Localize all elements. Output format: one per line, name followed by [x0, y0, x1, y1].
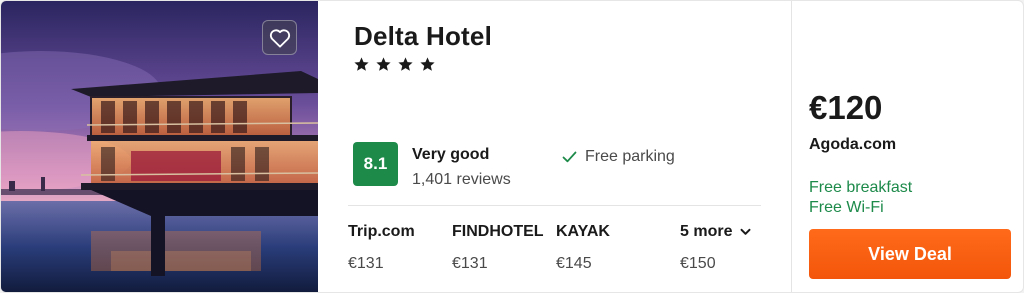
provider-deal[interactable]: Trip.com €131 [348, 223, 415, 273]
hotel-info: Delta Hotel 8.1 Very good 1,401 reviews … [318, 1, 791, 292]
more-providers[interactable]: 5 more €150 [680, 223, 751, 273]
more-providers-toggle[interactable]: 5 more [680, 223, 751, 241]
deal-price[interactable]: €120 [809, 89, 882, 127]
provider-price: €131 [452, 255, 488, 272]
best-deal: €120 Agoda.com Free breakfast Free Wi-Fi… [792, 1, 1023, 292]
deal-site[interactable]: Agoda.com [809, 136, 896, 154]
check-icon [562, 151, 577, 163]
star-rating [353, 56, 436, 73]
rating-label: Very good [412, 146, 490, 163]
hotel-result-card[interactable]: Delta Hotel 8.1 Very good 1,401 reviews … [0, 0, 1024, 293]
hotel-name[interactable]: Delta Hotel [354, 21, 492, 52]
star-icon [420, 57, 435, 71]
more-providers-price: €150 [680, 255, 716, 272]
chevron-down-icon [740, 228, 751, 235]
provider-deal[interactable]: FINDHOTEL €131 [452, 223, 544, 273]
perk-free-breakfast: Free breakfast [809, 179, 913, 196]
star-icon [376, 57, 391, 71]
provider-deal[interactable]: KAYAK €145 [556, 223, 610, 273]
star-icon [398, 57, 413, 71]
hotel-photo[interactable] [1, 1, 318, 292]
provider-name: Trip.com [348, 223, 415, 240]
provider-name: KAYAK [556, 223, 610, 240]
star-icon [354, 57, 369, 71]
more-providers-label: 5 more [680, 223, 733, 240]
provider-price: €131 [348, 255, 384, 272]
provider-price: €145 [556, 255, 592, 272]
perk-free-wifi: Free Wi-Fi [809, 199, 884, 216]
favorite-button[interactable] [262, 20, 297, 55]
divider [348, 205, 761, 206]
view-deal-button[interactable]: View Deal [809, 229, 1011, 279]
provider-name: FINDHOTEL [452, 223, 544, 240]
heart-icon [269, 28, 290, 48]
review-count[interactable]: 1,401 reviews [412, 171, 511, 189]
rating-score-badge[interactable]: 8.1 [353, 142, 398, 186]
amenity-label: Free parking [585, 148, 675, 165]
amenity-free-parking: Free parking [562, 148, 675, 166]
